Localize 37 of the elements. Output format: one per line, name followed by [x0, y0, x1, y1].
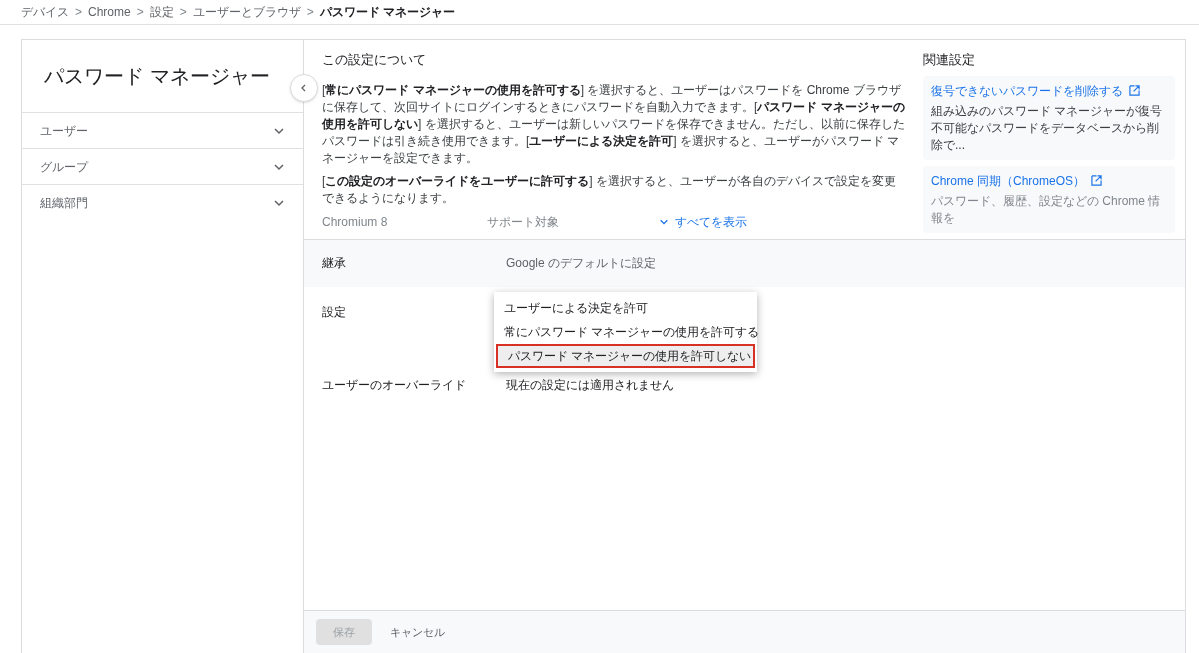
external-link-icon — [1129, 85, 1140, 96]
breadcrumb-separator: > — [75, 4, 82, 21]
section-title: この設定について — [322, 51, 427, 69]
section-title: 関連設定 — [923, 51, 976, 69]
show-all-link[interactable]: すべてを表示 — [659, 212, 748, 231]
related-setting-description: 組み込みのパスワード マネージャーが復号不可能なパスワードをデータベースから削除で... — [931, 102, 1164, 154]
row-label: 継承 — [322, 255, 347, 272]
faded-table-cell-text: サポート対象 — [487, 213, 560, 231]
cancel-button[interactable]: キャンセル — [390, 623, 445, 641]
dropdown-option[interactable]: パスワード マネージャーの使用を許可しない — [496, 343, 755, 368]
sidebar-section[interactable]: グループ — [22, 148, 303, 184]
breadcrumb-separator: > — [306, 4, 314, 21]
sidebar-section[interactable]: 組織部門 — [22, 184, 303, 220]
breadcrumb-item[interactable]: 設定 — [149, 3, 174, 21]
collapse-button[interactable] — [290, 74, 318, 102]
dropdown-option[interactable]: 常にパスワード マネージャーの使用を許可する — [494, 319, 757, 344]
sidebar-title: パスワード マネージャー — [43, 64, 271, 89]
row-label: 設定 — [322, 303, 347, 321]
related-setting-link[interactable]: Chrome 同期（ChromeOS） — [931, 171, 1167, 190]
faded-table-cell-text: Chromium 8 — [322, 213, 388, 231]
row-value: 現在の設定には適用されません — [506, 376, 674, 394]
chevron-left-icon — [300, 84, 308, 92]
related-setting-link[interactable]: 復号できないパスワードを削除する — [931, 81, 1167, 100]
breadcrumb-separator: > — [179, 4, 187, 21]
row-value: Google のデフォルトに設定 — [506, 255, 657, 272]
dropdown-option[interactable]: ユーザーによる決定を許可 — [494, 295, 757, 320]
breadcrumb-item[interactable]: Chrome — [88, 3, 131, 21]
description-paragraph: [常にパスワード マネージャーの使用を許可する] を選択すると、ユーザーはパスワードを Chrome ブラウザに保存して、次回サイトにログインするときにパスワードを自動入力できます。[パスワード マネージャーの使用を許可しない] を選択すると、ユーザーは新しいパスワードを保存できません。ただし、以前に保存したパスワードは引き続き使用できます。[ユーザーによる決定を許可] を選択すると、ユーザーがパスワード マネージャーを設定できます。 — [322, 81, 906, 167]
breadcrumb-separator: > — [136, 4, 144, 21]
breadcrumb-item: パスワード マネージャー — [319, 4, 456, 21]
breadcrumb-item[interactable]: ユーザーとブラウザ — [192, 3, 301, 21]
external-link-icon — [1091, 175, 1103, 186]
sidebar-section[interactable]: ユーザー — [22, 112, 303, 148]
description-paragraph: [この設定のオーバーライドをユーザーに許可する] を選択すると、ユーザーが各自のデバイスで設定を変更できるようになります。 — [322, 172, 897, 207]
row-label: ユーザーのオーバーライド — [322, 376, 467, 394]
related-setting-description: パスワード、履歴、設定などの Chrome 情報を — [931, 192, 1162, 227]
breadcrumb-item[interactable]: デバイス — [21, 3, 69, 21]
